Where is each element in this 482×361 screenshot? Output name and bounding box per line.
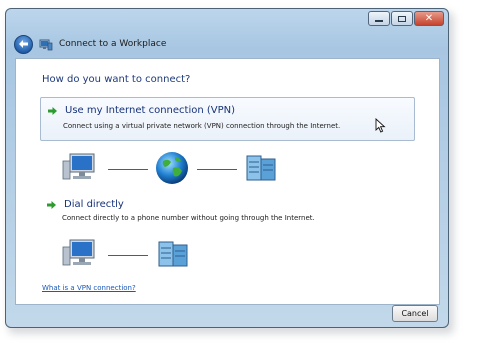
wizard-window: ✕ Connect to a Workplace How do you want…	[5, 8, 449, 328]
back-arrow-icon	[19, 40, 28, 48]
option-description: Connect using a virtual private network …	[63, 122, 341, 130]
title-bar[interactable]: ✕	[6, 9, 448, 31]
back-button[interactable]	[14, 34, 33, 54]
window-title: Connect to a Workplace	[59, 39, 167, 49]
wizard-content: How do you want to connect? Use my Inter…	[15, 58, 440, 305]
cancel-button[interactable]: Cancel	[392, 305, 438, 322]
what-is-vpn-link[interactable]: What is a VPN connection?	[42, 284, 136, 292]
maximize-button[interactable]	[391, 11, 413, 26]
option-title-row: Dial directly	[46, 199, 124, 210]
green-arrow-icon	[48, 106, 57, 115]
close-button[interactable]: ✕	[414, 11, 444, 26]
option-use-internet-vpn[interactable]: Use my Internet connection (VPN) Connect…	[40, 97, 415, 141]
maximize-icon	[398, 15, 406, 22]
window-controls: ✕	[368, 11, 444, 26]
server-icon	[246, 155, 276, 181]
option-title: Dial directly	[64, 199, 124, 210]
green-arrow-icon	[47, 200, 56, 209]
close-icon: ✕	[424, 13, 434, 24]
globe-icon	[156, 152, 188, 184]
computer-icon	[62, 239, 95, 266]
option-description: Connect directly to a phone number witho…	[62, 214, 315, 222]
option-title-row: Use my Internet connection (VPN)	[47, 105, 235, 116]
connection-line	[197, 169, 237, 170]
option-dial-directly[interactable]: Dial directly Connect directly to a phon…	[40, 192, 415, 226]
mouse-pointer-icon	[375, 118, 386, 133]
wizard-header: Connect to a Workplace	[14, 34, 166, 54]
option-title: Use my Internet connection (VPN)	[65, 105, 236, 116]
minimize-button[interactable]	[368, 11, 390, 26]
server-icon	[158, 241, 188, 267]
page-heading: How do you want to connect?	[42, 74, 191, 85]
minimize-icon	[375, 19, 383, 22]
connection-line	[108, 169, 148, 170]
connection-line	[108, 255, 148, 256]
wizard-footer: Cancel	[15, 305, 440, 325]
computer-icon	[62, 153, 95, 180]
network-connection-icon	[39, 39, 53, 50]
